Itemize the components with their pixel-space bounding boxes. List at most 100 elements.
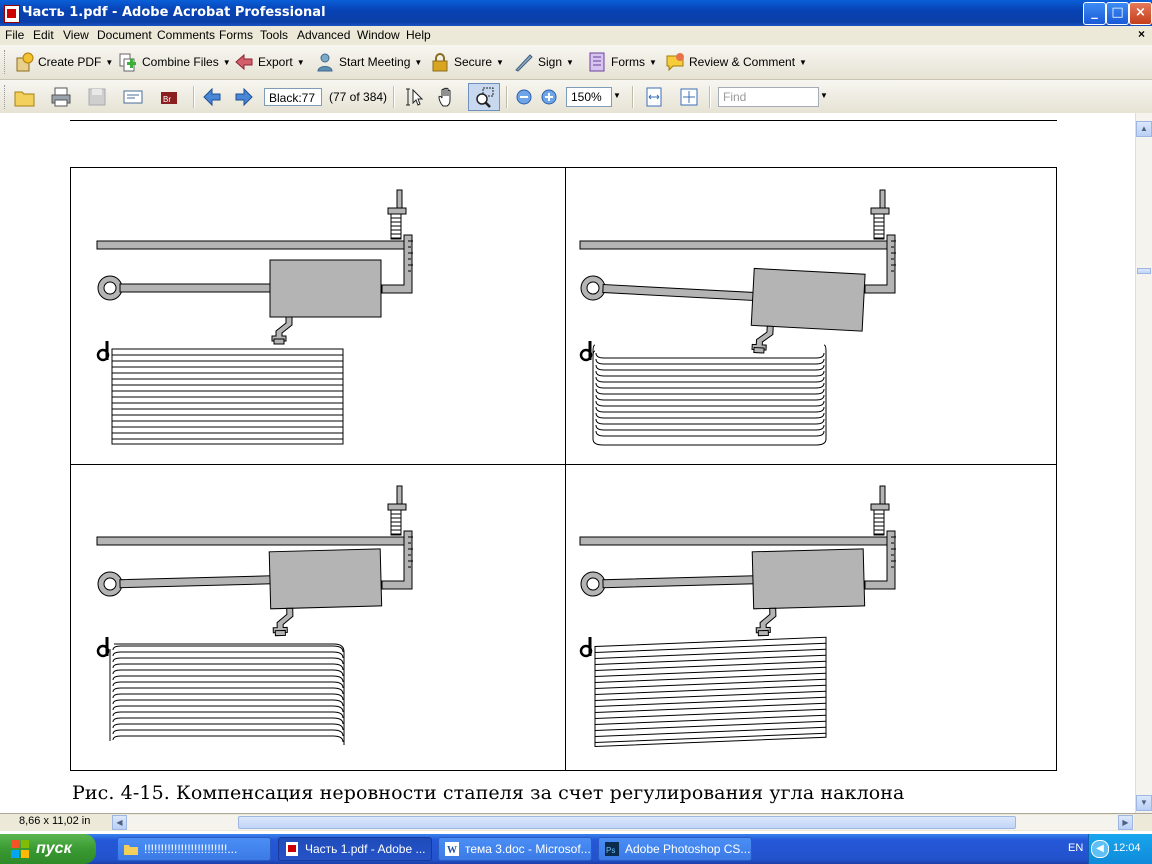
horizontal-scrollbar[interactable]: ◀ ▶ [112,815,1134,830]
chevron-down-icon[interactable]: ▼ [297,58,305,67]
vertical-scrollbar[interactable]: ▲ ▼ [1135,113,1152,813]
menu-tools[interactable]: Tools [260,28,288,42]
combine-files-icon [119,53,136,72]
scroll-up-icon[interactable]: ▲ [1136,121,1152,137]
document-view[interactable]: Рис. 4-15. Компенсация неровности стапел… [0,113,1135,813]
sign-button[interactable]: Sign ▼ [514,51,574,73]
review-comment-button[interactable]: Review & Comment ▼ [665,51,807,73]
menu-edit[interactable]: Edit [33,28,54,42]
taskbar-item-folder[interactable]: !!!!!!!!!!!!!!!!!!!!!!!!!... [117,837,271,861]
print-icon[interactable] [50,86,72,108]
create-pdf-icon [16,52,34,72]
scroll-down-icon[interactable]: ▼ [1136,795,1152,811]
sign-label: Sign [538,55,563,69]
word-icon: W [445,842,459,856]
figure-drawing [70,167,1057,771]
vertical-scroll-thumb[interactable] [1137,268,1151,274]
svg-text:W: W [447,845,457,856]
start-meeting-button[interactable]: Start Meeting ▼ [315,51,422,73]
document-close-icon[interactable]: × [1138,27,1145,41]
zoom-in-icon[interactable] [538,86,560,108]
zoom-marquee-icon [476,87,494,108]
page-number-input[interactable]: Black:77 [264,88,322,106]
email-icon[interactable] [122,86,144,108]
horizontal-scroll-thumb[interactable] [238,816,1016,829]
taskbar-item-word[interactable]: W тема 3.doc - Microsof... [438,837,592,861]
page-count: (77 of 384) [329,90,388,104]
zoom-tool-button[interactable] [468,83,500,111]
fit-page-icon[interactable] [678,86,700,108]
hand-tool-icon[interactable] [437,86,459,108]
chevron-down-icon[interactable]: ▼ [414,58,422,67]
menu-comments[interactable]: Comments [157,28,215,42]
chevron-down-icon[interactable]: ▼ [223,58,231,67]
menu-help[interactable]: Help [406,28,431,42]
show-hidden-icons-icon[interactable]: ◀ [1091,840,1109,858]
toolbar-grip[interactable] [4,50,8,74]
menu-advanced[interactable]: Advanced [297,28,350,42]
previous-page-icon[interactable] [201,86,223,108]
menu-document[interactable]: Document [97,28,152,42]
chevron-down-icon[interactable]: ▼ [105,58,113,67]
svg-text:Ps: Ps [606,846,615,855]
taskbar-item-photoshop[interactable]: Ps Adobe Photoshop CS... [598,837,752,861]
start-label: пуск [36,840,72,857]
clock[interactable]: 12:04 [1113,842,1141,854]
meeting-icon [317,53,333,72]
combine-files-label: Combine Files [142,55,219,69]
scroll-right-icon[interactable]: ▶ [1118,815,1133,830]
select-text-icon[interactable] [402,86,424,108]
figure-cell-edges-down [577,189,897,446]
chevron-down-icon[interactable]: ▼ [496,58,504,67]
maximize-button[interactable]: □ [1106,2,1129,25]
open-folder-icon[interactable] [14,86,36,108]
taskbar-item-label: тема 3.doc - Microsof... [465,842,591,856]
chevron-down-icon[interactable]: ▼ [799,58,807,67]
toolbar-separator [393,86,395,108]
acrobat-app-icon[interactable] [4,5,20,23]
navigation-toolbar: Br Black:77 (77 of 384) 150% ▼ Find ▼ [0,80,1152,114]
zoom-out-icon[interactable] [513,86,535,108]
photoshop-icon: Ps [605,842,619,856]
zoom-dropdown-icon[interactable]: ▼ [613,91,621,100]
create-pdf-button[interactable]: Create PDF ▼ [14,51,113,73]
close-button[interactable]: × [1129,2,1152,25]
taskbar-item-label: Adobe Photoshop CS... [625,842,751,856]
menu-forms[interactable]: Forms [219,28,253,42]
pen-icon [515,54,533,72]
forms-icon [589,52,605,72]
find-input[interactable]: Find [718,87,819,107]
fit-width-icon[interactable] [643,86,665,108]
forms-label: Forms [611,55,645,69]
system-tray: ◀ 12:04 [1088,834,1152,864]
zoom-level-select[interactable]: 150% [566,87,612,107]
toolbar-grip[interactable] [4,85,8,109]
export-button[interactable]: Export ▼ [234,51,305,73]
menu-file[interactable]: File [5,28,24,42]
tasks-toolbar: Create PDF ▼ Combine Files ▼ Export ▼ Start… [0,45,1152,80]
find-dropdown-icon[interactable]: ▼ [820,91,828,100]
language-indicator[interactable]: EN [1068,842,1083,854]
combine-files-button[interactable]: Combine Files ▼ [118,51,231,73]
figure-caption: Рис. 4-15. Компенсация неровности стапел… [72,782,905,804]
start-button[interactable]: пуск [0,834,96,864]
taskbar-item-acrobat[interactable]: Часть 1.pdf - Adobe ... [278,837,432,861]
figure-frame [70,167,1057,771]
bridge-icon[interactable]: Br [158,86,180,108]
chevron-down-icon[interactable]: ▼ [566,58,574,67]
secure-button[interactable]: Secure ▼ [430,51,504,73]
pdf-icon [286,842,298,856]
scroll-left-icon[interactable]: ◀ [112,815,127,830]
menu-window[interactable]: Window [357,28,400,42]
svg-text:Br: Br [163,95,171,104]
forms-button[interactable]: Forms ▼ [587,51,657,73]
menu-view[interactable]: View [63,28,89,42]
export-icon [235,53,253,71]
save-icon[interactable] [86,86,108,108]
chevron-down-icon[interactable]: ▼ [649,58,657,67]
review-comment-label: Review & Comment [689,55,796,69]
windows-logo-icon [11,840,29,858]
toolbar-separator [632,86,634,108]
minimize-button[interactable]: _ [1083,2,1106,25]
next-page-icon[interactable] [233,86,255,108]
